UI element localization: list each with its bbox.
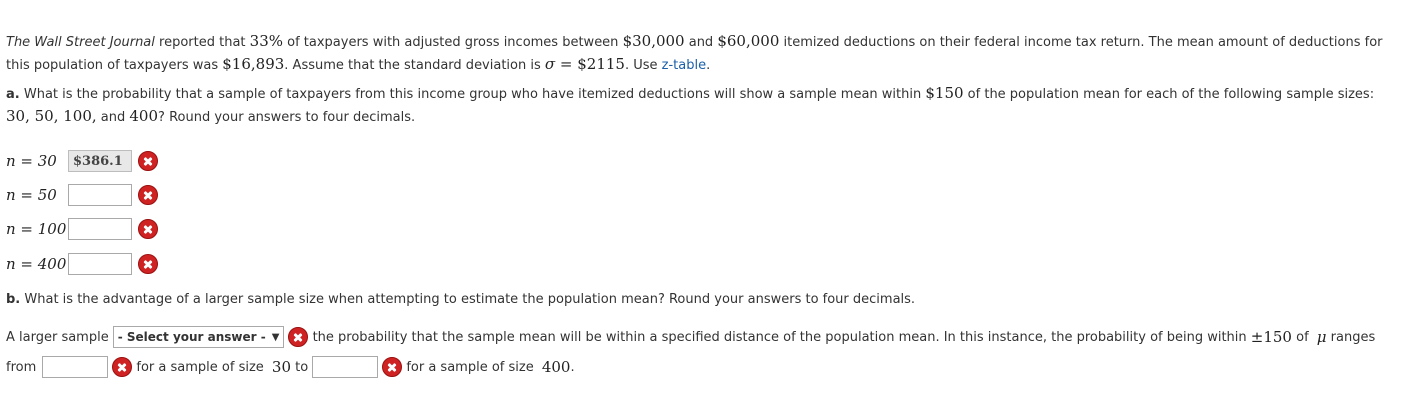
text: reported that — [154, 35, 250, 50]
advantage-select[interactable]: - Select your answer - ▼ — [112, 326, 285, 348]
text: to — [291, 359, 309, 375]
row-label: n = 30 — [6, 152, 57, 170]
prob-n400-input[interactable] — [312, 356, 379, 378]
sample-size-400: 400 — [129, 107, 159, 125]
answer-row-n30: n = 30 $386.1 — [6, 148, 158, 174]
text: of the population mean for each of the f… — [963, 87, 1375, 102]
size-30: 30 — [271, 358, 291, 376]
x-circle-icon — [138, 254, 158, 274]
text: of — [1291, 329, 1313, 345]
text: for a sample of size — [132, 359, 268, 375]
pct-value: 33% — [249, 32, 283, 50]
x-circle-icon — [138, 185, 158, 205]
answer-input-n50[interactable] — [68, 184, 132, 206]
part-b-line-1: A larger sample - Select your answer - ▼ … — [6, 326, 1375, 348]
high-income: $60,000 — [717, 32, 780, 50]
part-b-label: b. — [6, 292, 21, 307]
text: and — [96, 110, 130, 125]
row-label: n = 100 — [6, 220, 67, 238]
part-a-label: a. — [6, 87, 20, 102]
row-label: n = 400 — [6, 255, 67, 273]
text: this population of taxpayers was — [6, 58, 223, 73]
text: and — [684, 35, 718, 50]
answer-input-n100[interactable] — [68, 218, 132, 240]
text: . Assume that the standard deviation is — [284, 58, 545, 73]
part-a-line-2: 30, 50, 100, and 400? Round your answers… — [6, 107, 415, 127]
chevron-down-icon: ▼ — [271, 331, 280, 343]
text: . — [706, 58, 711, 73]
answer-input-n30[interactable]: $386.1 — [68, 150, 132, 172]
text: A larger sample — [6, 329, 109, 345]
prob-n30-input[interactable] — [42, 356, 109, 378]
text: What is the advantage of a larger sample… — [20, 292, 916, 307]
intro-line-1: The Wall Street Journal reported that 33… — [6, 32, 1383, 52]
text: What is the probability that a sample of… — [19, 87, 926, 102]
text: . — [570, 359, 575, 375]
sigma-symbol: σ — [544, 55, 556, 73]
pm-value: ±150 — [1250, 328, 1292, 346]
x-circle-icon — [138, 151, 158, 171]
text: ranges — [1326, 329, 1376, 345]
row-label: n = 50 — [6, 186, 57, 204]
answer-row-n100: n = 100 — [6, 216, 158, 242]
equals: = — [555, 55, 578, 73]
part-b-line-2: from for a sample of size 30 to for a sa… — [6, 356, 575, 378]
x-circle-icon — [112, 357, 133, 377]
part-a-line-1: a. What is the probability that a sample… — [6, 84, 1374, 104]
low-income: $30,000 — [622, 32, 685, 50]
intro-line-2: this population of taxpayers was $16,893… — [6, 55, 710, 75]
answer-row-n400: n = 400 — [6, 251, 158, 277]
z-table-link[interactable]: z-table — [662, 58, 706, 73]
answer-row-n50: n = 50 — [6, 182, 158, 208]
within-value: $150 — [925, 84, 964, 102]
x-circle-icon — [288, 327, 309, 347]
size-400: 400 — [541, 358, 571, 376]
text: ? Round your answers to four decimals. — [158, 110, 416, 125]
text: for a sample of size — [402, 359, 538, 375]
text: of taxpayers with adjusted gross incomes… — [283, 35, 623, 50]
answer-input-n400[interactable] — [68, 253, 132, 275]
mu-symbol: μ — [1316, 328, 1327, 346]
select-value: - Select your answer - — [117, 330, 266, 344]
text: itemized deductions on their federal inc… — [779, 35, 1383, 50]
text: . Use — [624, 58, 662, 73]
x-circle-icon — [382, 357, 403, 377]
mean-value: $16,893 — [222, 55, 285, 73]
text: the probability that the sample mean wil… — [308, 329, 1251, 345]
sd-value: $2115 — [577, 55, 625, 73]
part-b-question: b. What is the advantage of a larger sam… — [6, 291, 915, 309]
sample-sizes: 30, 50, 100, — [6, 107, 97, 125]
text: from — [6, 359, 37, 375]
source-name: The Wall Street Journal — [6, 35, 155, 50]
x-circle-icon — [138, 219, 158, 239]
